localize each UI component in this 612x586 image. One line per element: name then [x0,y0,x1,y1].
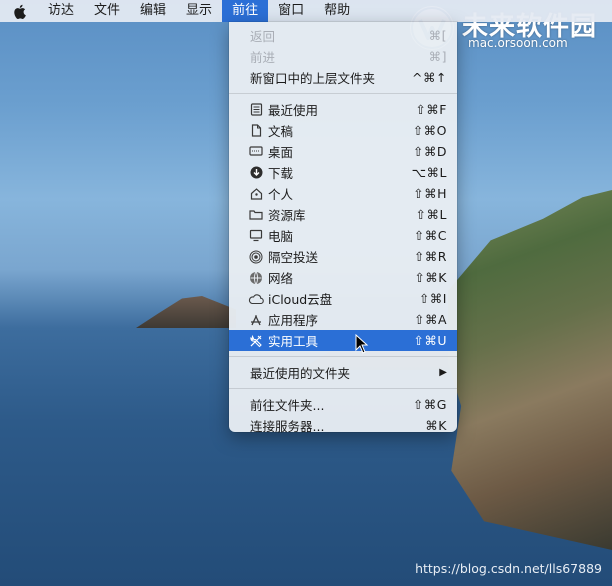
menu-item-shortcut: ⇧⌘R [413,249,447,264]
menu-item-shortcut: ⇧⌘F [415,102,447,117]
menu-item-label: 应用程序 [268,313,319,328]
menu-item-go-to-folder[interactable]: 前往文件夹... ⇧⌘G [229,394,457,415]
menu-bar: 访达 文件 编辑 显示 前往 窗口 帮助 [0,0,612,22]
recents-icon [248,102,264,118]
airdrop-icon [248,249,264,265]
menu-item-shortcut: ⇧⌘H [413,186,447,201]
island-left [136,296,236,328]
computer-icon [248,228,264,244]
menu-item-shortcut: ⌥⌘L [411,165,447,180]
menu-window[interactable]: 窗口 [268,0,314,22]
menu-item-label: 连接服务器... [250,419,325,434]
menu-item-shortcut: ⌘] [428,49,447,64]
menu-item-label: 文稿 [268,124,294,139]
documents-icon [248,123,264,139]
menu-item-shortcut: ⇧⌘K [414,270,447,285]
cliff-right [448,190,612,550]
menu-help[interactable]: 帮助 [314,0,360,22]
downloads-icon [248,165,264,181]
menu-separator [229,93,457,94]
apple-icon[interactable] [0,0,38,22]
desktop-icon [248,144,264,160]
menu-item-shortcut: ⇧⌘G [412,397,447,412]
menu-item-library[interactable]: 资源库 ⇧⌘L [229,204,457,225]
menu-item-label: 返回 [250,29,276,44]
menu-item-back[interactable]: 返回 ⌘[ [229,25,457,46]
menu-item-shortcut: ⇧⌘O [412,123,447,138]
menu-item-shortcut: ⇧⌘I [418,291,447,306]
menu-item-shortcut: ⇧⌘U [413,333,447,348]
menu-item-label: 个人 [268,187,294,202]
menu-item-home[interactable]: 个人 ⇧⌘H [229,183,457,204]
utilities-icon [248,333,264,349]
network-icon [248,270,264,286]
menu-go[interactable]: 前往 [222,0,269,22]
menu-item-shortcut: ^⌘↑ [412,70,447,85]
watermark-url: https://blog.csdn.net/lls67889 [415,561,602,576]
menu-item-documents[interactable]: 文稿 ⇧⌘O [229,120,457,141]
menu-item-utilities[interactable]: 实用工具 ⇧⌘U [229,330,457,351]
menu-item-label: 实用工具 [268,334,319,349]
menu-item-label: 下载 [268,166,294,181]
menu-item-label: 前进 [250,50,276,65]
menu-item-label: iCloud云盘 [268,292,333,307]
go-menu-dropdown: 返回 ⌘[ 前进 ⌘] 新窗口中的上层文件夹 ^⌘↑ 最近使用 ⇧⌘F 文稿 ⇧… [229,22,457,434]
menu-item-shortcut: ⇧⌘C [413,228,447,243]
menu-item-shortcut: ⇧⌘D [412,144,447,159]
menu-finder[interactable]: 访达 [38,0,84,22]
menu-item-label: 桌面 [268,145,294,160]
menu-separator [229,388,457,389]
menu-item-label: 新窗口中的上层文件夹 [250,71,376,86]
menu-separator [229,356,457,357]
menu-edit[interactable]: 编辑 [130,0,176,22]
brand-url: mac.orsoon.com [468,36,568,50]
menu-view[interactable]: 显示 [176,0,222,22]
menu-file[interactable]: 文件 [84,0,130,22]
menu-item-shortcut: ⌘K [425,418,447,433]
menu-item-network[interactable]: 网络 ⇧⌘K [229,267,457,288]
menu-item-desktop[interactable]: 桌面 ⇧⌘D [229,141,457,162]
menu-item-icloud[interactable]: iCloud云盘 ⇧⌘I [229,288,457,309]
menu-item-downloads[interactable]: 下载 ⌥⌘L [229,162,457,183]
submenu-arrow-icon: ▶ [439,367,447,378]
menu-item-label: 隔空投送 [268,250,319,265]
menu-item-recents[interactable]: 最近使用 ⇧⌘F [229,99,457,120]
library-icon [248,207,264,223]
menu-item-label: 网络 [268,271,294,286]
applications-icon [248,312,264,328]
menu-item-recent-folders[interactable]: 最近使用的文件夹 ▶ [229,362,457,383]
menu-item-forward[interactable]: 前进 ⌘] [229,46,457,67]
menu-item-label: 电脑 [268,229,294,244]
menu-item-enclosing-folder[interactable]: 新窗口中的上层文件夹 ^⌘↑ [229,67,457,88]
menu-item-connect-server[interactable]: 连接服务器... ⌘K [229,415,457,436]
menu-item-label: 资源库 [268,208,306,223]
menu-item-label: 最近使用 [268,103,319,118]
menu-item-label: 最近使用的文件夹 [250,366,351,381]
icloud-icon [248,291,264,307]
menu-item-shortcut: ⌘[ [428,28,447,43]
menu-item-computer[interactable]: 电脑 ⇧⌘C [229,225,457,246]
menu-item-label: 前往文件夹... [250,398,325,413]
mouse-cursor-icon [355,334,369,354]
menu-item-applications[interactable]: 应用程序 ⇧⌘A [229,309,457,330]
home-icon [248,186,264,202]
menu-item-airdrop[interactable]: 隔空投送 ⇧⌘R [229,246,457,267]
menu-item-shortcut: ⇧⌘A [413,312,447,327]
menu-item-shortcut: ⇧⌘L [415,207,447,222]
